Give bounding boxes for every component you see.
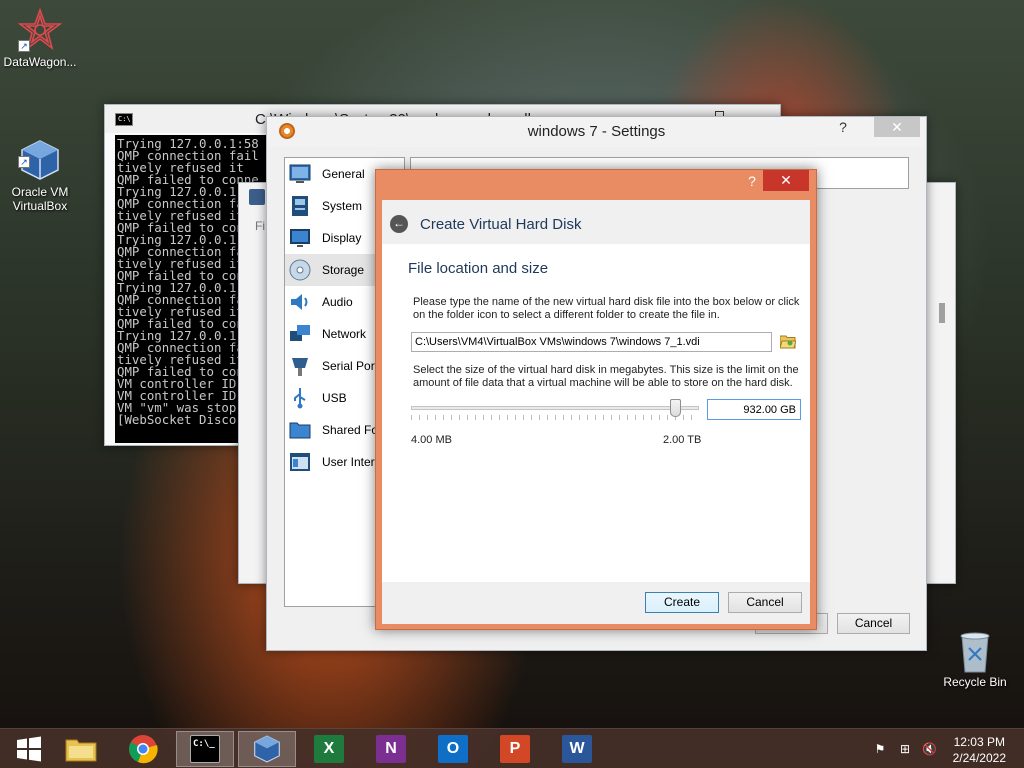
category-label: USB — [322, 391, 347, 405]
virtualbox-logo-icon: ↗ — [18, 124, 62, 180]
onenote-icon: N — [376, 735, 406, 763]
chrome-icon — [129, 735, 158, 764]
taskbar: C:\_ X N O P W ⚑ ⊞ 🔇 12:03 PM 2/24/2022 — [0, 728, 1024, 768]
virtualbox-icon — [249, 189, 265, 205]
wizard-footer: Create Cancel — [382, 582, 810, 624]
cmd-taskbar-icon: C:\_ — [190, 735, 220, 763]
wizard-page: File location and size Please type the n… — [382, 244, 810, 582]
cancel-button[interactable]: Cancel — [728, 592, 802, 613]
word-icon: W — [562, 735, 592, 763]
system-icon — [292, 196, 308, 216]
dialog-help-button[interactable]: ? — [742, 171, 762, 191]
datawagon-logo-icon: ↗ — [17, 7, 63, 52]
storage-icon — [289, 259, 311, 281]
volume-muted-icon[interactable]: 🔇 — [922, 742, 937, 756]
powerpoint-app[interactable]: P — [486, 731, 544, 767]
virtualbox-desktop-icon[interactable]: ↗ Oracle VM VirtualBox — [0, 110, 80, 227]
general-icon — [289, 164, 311, 183]
clock-date: 2/24/2022 — [952, 751, 1006, 765]
action-center-flag-icon[interactable]: ⚑ — [873, 742, 887, 756]
file-explorer-app[interactable] — [52, 731, 110, 767]
size-description: Select the size of the virtual hard disk… — [413, 364, 799, 389]
desktop-icon-label: Recycle Bin — [943, 675, 1007, 689]
size-input[interactable] — [707, 399, 801, 420]
excel-icon: X — [314, 735, 344, 763]
virtualbox-taskbar-icon — [254, 735, 280, 763]
display-icon — [290, 229, 310, 247]
excel-app[interactable]: X — [300, 731, 358, 767]
category-label: Network — [322, 327, 367, 341]
onenote-app[interactable]: N — [362, 731, 420, 767]
create-virtual-hard-disk-dialog[interactable]: ? ✕ ← Create Virtual Hard Disk File loca… — [375, 169, 817, 630]
outlook-app[interactable]: O — [424, 731, 482, 767]
settings-help-button[interactable]: ? — [820, 117, 866, 137]
network-tray-icon[interactable]: ⊞ — [898, 742, 912, 756]
category-label: Audio — [322, 295, 353, 309]
size-slider-thumb[interactable] — [670, 399, 682, 417]
back-arrow-icon[interactable]: ← — [390, 215, 408, 233]
category-label: Display — [322, 231, 362, 245]
taskbar-clock[interactable]: 12:03 PM 2/24/2022 — [953, 734, 1006, 766]
size-slider-track[interactable] — [411, 406, 699, 410]
manager-scrollbar[interactable] — [939, 303, 945, 323]
settings-titlebar[interactable]: windows 7 - Settings ? ✕ — [267, 117, 926, 147]
shortcut-arrow-icon: ↗ — [18, 156, 30, 168]
desktop-icon-label: Oracle VM VirtualBox — [11, 185, 69, 213]
word-app[interactable]: W — [548, 731, 606, 767]
wizard-header: ← Create Virtual Hard Disk — [382, 200, 810, 244]
category-label: General — [322, 167, 365, 181]
file-location-input[interactable] — [411, 332, 772, 352]
settings-close-button[interactable]: ✕ — [874, 117, 920, 137]
size-slider-ticks — [411, 415, 699, 420]
user-interface-icon — [290, 453, 310, 471]
datawagon-desktop-icon[interactable]: ↗ DataWagon... — [0, 7, 80, 69]
windows-logo-icon — [17, 736, 41, 762]
chrome-app[interactable] — [114, 731, 172, 767]
recycle-bin-desktop-icon[interactable]: Recycle Bin — [934, 628, 1016, 689]
network-icon — [290, 325, 310, 341]
settings-cancel-button[interactable]: Cancel — [837, 613, 910, 634]
create-button[interactable]: Create — [645, 592, 719, 613]
page-heading: File location and size — [408, 260, 549, 277]
shortcut-arrow-icon: ↗ — [18, 40, 30, 52]
cmd-icon: C:\ — [115, 113, 133, 126]
outlook-icon: O — [438, 735, 468, 763]
recycle-bin-icon — [953, 628, 997, 673]
cmd-app[interactable]: C:\_ — [176, 731, 234, 767]
clock-time: 12:03 PM — [953, 735, 1005, 749]
location-description: Please type the name of the new virtual … — [413, 296, 800, 321]
category-label: Storage — [322, 263, 365, 277]
slider-max-label: 2.00 TB — [663, 434, 702, 446]
desktop-icon-label: DataWagon... — [3, 55, 77, 69]
dialog-close-button[interactable]: ✕ — [763, 170, 809, 191]
start-button[interactable] — [0, 731, 58, 767]
dialog-title: Create Virtual Hard Disk — [420, 216, 582, 233]
serial-ports-icon — [292, 358, 308, 376]
shared-folders-icon — [289, 422, 311, 439]
folder-open-icon[interactable] — [780, 334, 796, 349]
usb-icon — [294, 388, 306, 409]
slider-min-label: 4.00 MB — [411, 434, 452, 446]
audio-icon — [291, 294, 308, 310]
file-explorer-icon — [65, 739, 97, 762]
category-label: System — [322, 199, 363, 213]
powerpoint-icon: P — [500, 735, 530, 763]
virtualbox-app[interactable] — [238, 731, 296, 767]
file-menu[interactable]: Fi — [255, 219, 265, 233]
